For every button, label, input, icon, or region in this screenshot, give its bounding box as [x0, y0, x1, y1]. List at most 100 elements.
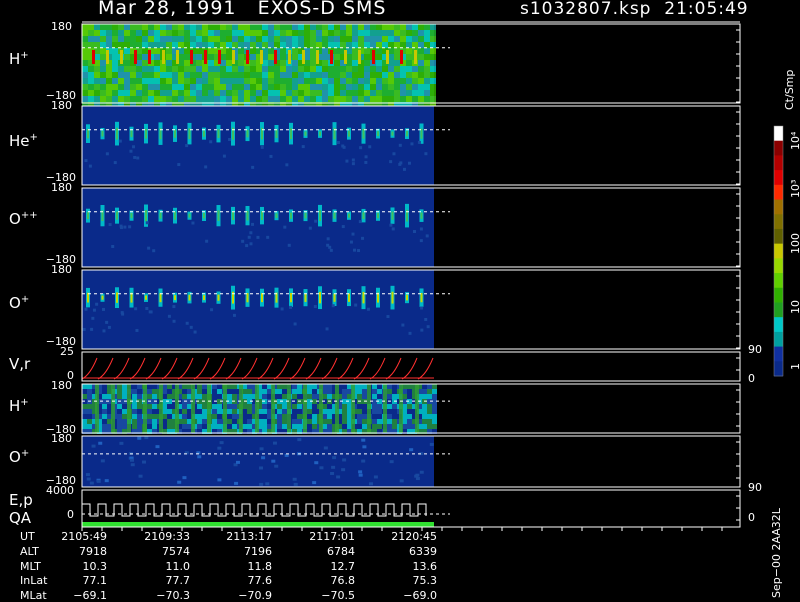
heatmap-cell: [286, 72, 292, 78]
heatmap-cell: [250, 48, 256, 54]
heatmap-cell: [259, 482, 264, 486]
heatmap-cell: [214, 30, 220, 36]
heatmap-peak: [218, 50, 221, 64]
heatmap-cell: [247, 389, 252, 394]
heatmap-cell: [167, 389, 172, 394]
heatmap-cell: [208, 54, 214, 60]
heatmap-cell: [166, 42, 172, 48]
heatmap-cell: [357, 409, 362, 414]
heatmap-burst-core: [145, 295, 147, 300]
heatmap-cell: [322, 66, 328, 72]
heatmap-cell: [82, 96, 88, 102]
heatmap-cell: [190, 24, 196, 30]
heatmap-cell: [364, 78, 370, 84]
heatmap-cell: [424, 78, 430, 84]
heatmap-cell: [268, 72, 274, 78]
heatmap-cell: [262, 42, 268, 48]
heatmap-cell: [208, 24, 214, 30]
heatmap-cell: [227, 389, 232, 394]
heatmap-cell: [154, 24, 160, 30]
heatmap-cell: [409, 448, 414, 452]
heatmap-cell: [387, 414, 392, 419]
heatmap-cell: [147, 394, 152, 399]
heatmap-cell: [292, 384, 297, 389]
heatmap-cell: [182, 424, 187, 429]
heatmap-cell: [182, 476, 187, 480]
heatmap-cell: [293, 482, 298, 486]
heatmap-cell: [220, 66, 226, 72]
heatmap-cell: [118, 24, 124, 30]
eph-value: 2120:45: [391, 530, 437, 543]
heatmap-cell: [430, 24, 436, 30]
panel-data-fill: [82, 188, 434, 267]
heatmap-cell: [430, 60, 436, 66]
heatmap-cell: [387, 424, 392, 429]
heatmap-cell: [185, 321, 189, 325]
heatmap-cell: [268, 54, 274, 60]
heatmap-cell: [238, 66, 244, 72]
heatmap-cell: [340, 24, 346, 30]
colorbar-segment: [774, 140, 783, 156]
heatmap-cell: [274, 30, 280, 36]
colorbar-unit-label: Ct/Smp: [783, 69, 796, 110]
heatmap-cell: [277, 424, 282, 429]
heatmap-cell: [226, 90, 232, 96]
heatmap-cell: [132, 414, 137, 419]
heatmap-cell: [196, 96, 202, 102]
heatmap-cell: [358, 42, 364, 48]
heatmap-burst-core: [87, 128, 89, 139]
heatmap-cell: [327, 394, 332, 399]
heatmap-cell: [244, 36, 250, 42]
heatmap-cell: [142, 72, 148, 78]
heatmap-cell: [298, 36, 304, 42]
heatmap-cell: [167, 404, 172, 409]
heatmap-cell: [271, 459, 276, 463]
heatmap-cell: [286, 36, 292, 42]
heatmap-cell: [82, 394, 87, 399]
heatmap-cell: [107, 325, 111, 329]
heatmap-cell: [247, 419, 252, 424]
heatmap-cell: [316, 66, 322, 72]
heatmap-cell: [220, 42, 226, 48]
heatmap-cell: [376, 96, 382, 102]
heatmap-burst-core: [87, 212, 89, 220]
heatmap-cell: [280, 48, 286, 54]
heatmap-cell: [95, 302, 99, 306]
heatmap-cell: [387, 384, 392, 389]
heatmap-cell: [100, 96, 106, 102]
heatmap-cell: [197, 455, 202, 459]
heatmap-cell: [251, 222, 255, 226]
heatmap-cell: [370, 78, 376, 84]
colorbar-segment: [774, 155, 783, 171]
heatmap-band: [255, 384, 259, 433]
heatmap-cell: [388, 72, 394, 78]
heatmap-cell: [432, 414, 437, 419]
heatmap-cell: [82, 48, 88, 54]
heatmap-cell: [322, 96, 328, 102]
heatmap-cell: [376, 48, 382, 54]
eph-value: 2109:33: [144, 530, 190, 543]
heatmap-cell: [172, 30, 178, 36]
heatmap-cell: [232, 384, 237, 389]
heatmap-peak: [92, 50, 95, 64]
heatmap-peak: [358, 50, 361, 64]
heatmap-cell: [352, 48, 358, 54]
heatmap-cell: [84, 159, 88, 163]
heatmap-cell: [427, 384, 432, 389]
heatmap-cell: [322, 84, 328, 90]
heatmap-cell: [362, 394, 367, 399]
heatmap-burst-core: [188, 294, 191, 301]
heatmap-cell: [124, 42, 130, 48]
tick-vr-top: 25: [60, 345, 74, 358]
heatmap-cell: [102, 394, 107, 399]
heatmap-cell: [407, 419, 412, 424]
heatmap-cell: [394, 78, 400, 84]
heatmap-cell: [322, 78, 328, 84]
heatmap-cell: [172, 42, 178, 48]
heatmap-cell: [388, 24, 394, 30]
heatmap-band: [223, 384, 227, 433]
heatmap-cell: [232, 24, 238, 30]
heatmap-burst-core: [319, 291, 321, 304]
heatmap-cell: [106, 72, 112, 78]
heatmap-cell: [424, 54, 430, 60]
